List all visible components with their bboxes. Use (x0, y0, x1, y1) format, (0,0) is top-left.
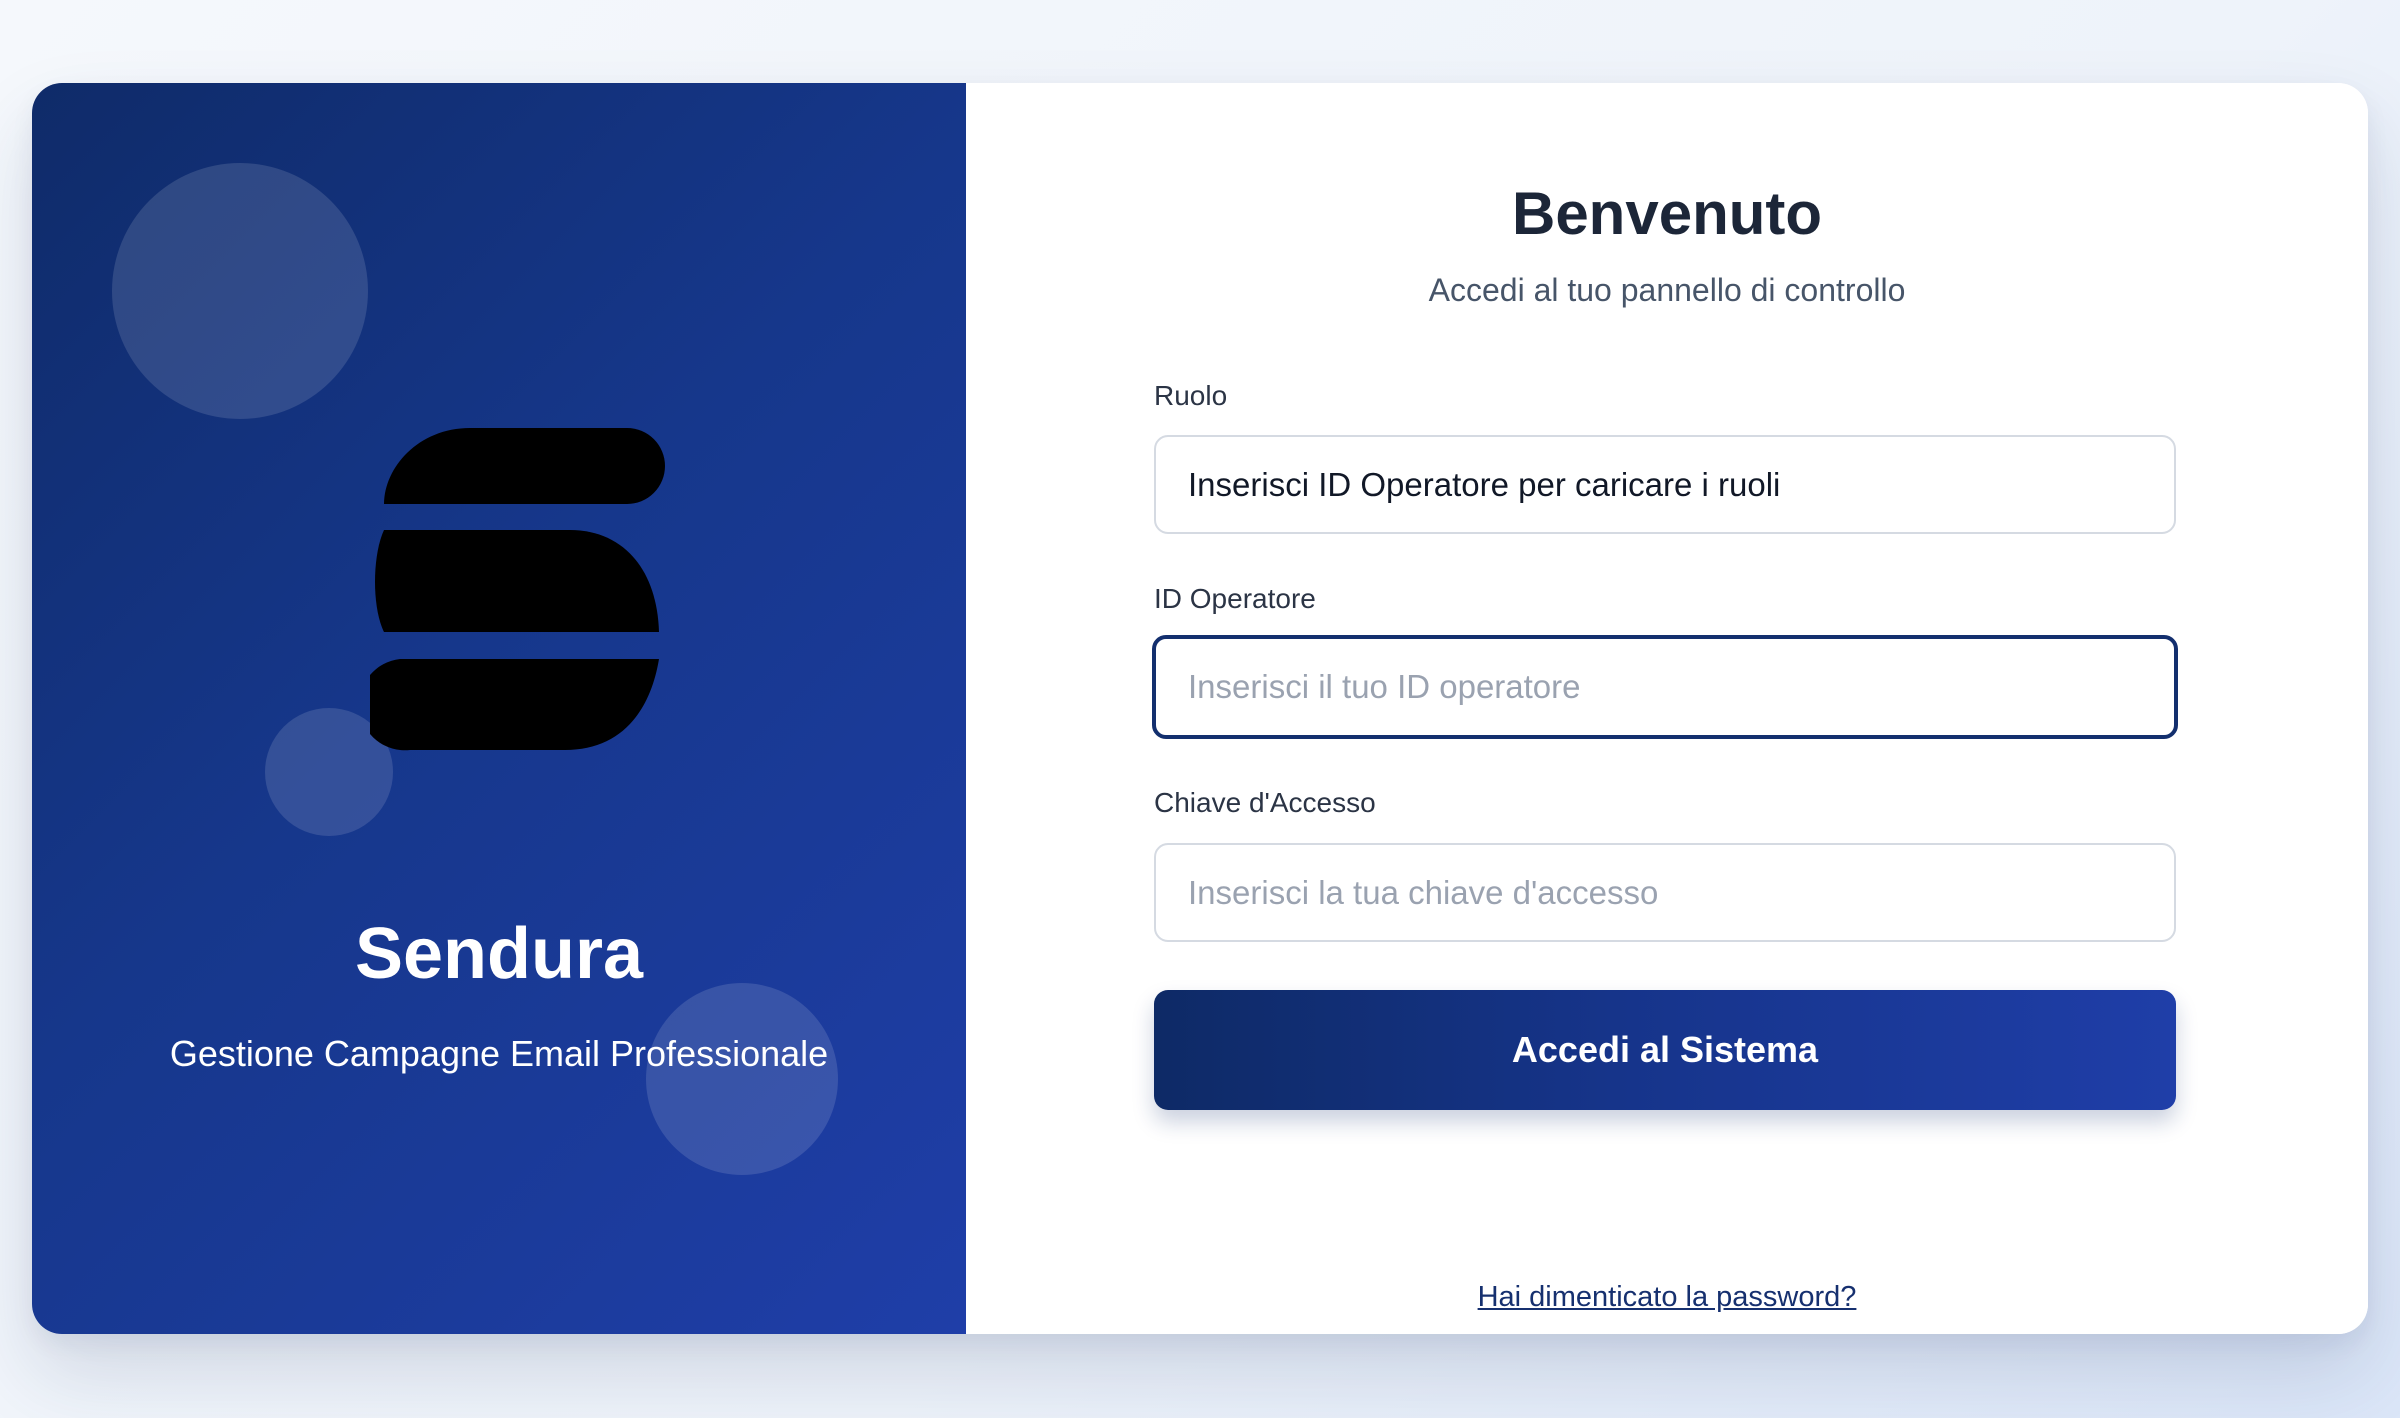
decorative-circle (112, 163, 368, 419)
brand-name: Sendura (354, 914, 644, 994)
page-title: Benvenuto (1511, 180, 1823, 247)
forgot-password-link[interactable]: Hai dimenticato la password? (966, 1279, 2368, 1317)
login-card: Sendura Gestione Campagne Email Professi… (32, 83, 2368, 1334)
role-select-value: Inserisci ID Operatore per caricare i ru… (1188, 465, 1781, 503)
login-button[interactable]: Accedi al Sistema (1154, 990, 2176, 1110)
page-subtitle: Accedi al tuo pannello di controllo (1428, 272, 1906, 308)
brand-panel: Sendura Gestione Campagne Email Professi… (32, 83, 966, 1334)
operator-id-input[interactable] (1152, 635, 2178, 739)
decorative-circle (646, 983, 838, 1175)
brand-tagline: Gestione Campagne Email Professionale (169, 1033, 829, 1074)
login-form-panel: Benvenuto Accedi al tuo pannello di cont… (966, 83, 2368, 1334)
role-select[interactable]: Inserisci ID Operatore per caricare i ru… (1154, 435, 2176, 534)
access-key-label: Chiave d'Accesso (1154, 787, 1376, 818)
operator-id-label: ID Operatore (1154, 583, 1316, 614)
sendura-s-logo-icon (370, 428, 665, 751)
access-key-input[interactable] (1154, 843, 2176, 942)
role-label: Ruolo (1154, 380, 1228, 411)
